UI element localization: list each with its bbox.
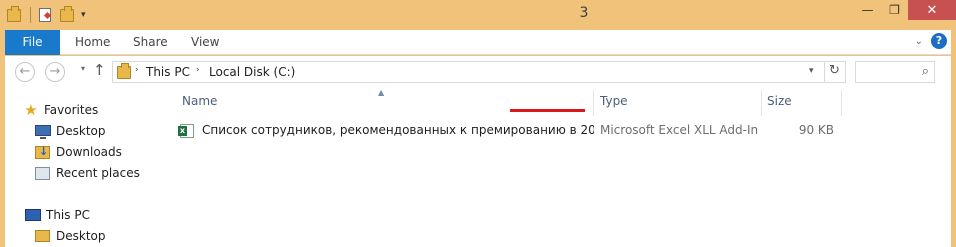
vertical-scrollbar[interactable] — [943, 88, 951, 247]
title-bar[interactable]: ▾ 3 — ❐ ✕ — [0, 0, 956, 30]
sidebar-item-label: Desktop — [56, 124, 106, 138]
folder-icon[interactable] — [6, 6, 22, 23]
sidebar-item-favorites[interactable]: ★ Favorites — [23, 101, 98, 119]
desktop-icon — [35, 124, 51, 139]
file-row[interactable]: Список сотрудников, рекомендованных к пр… — [175, 120, 843, 142]
customize-toolbar-dropdown[interactable]: ▾ — [81, 7, 86, 23]
recent-places-icon — [35, 166, 51, 180]
tab-view[interactable]: View — [191, 30, 219, 55]
computer-icon — [25, 208, 41, 222]
sidebar-item-desktop-pc[interactable]: Desktop — [35, 227, 106, 245]
sidebar-item-desktop[interactable]: Desktop — [35, 122, 106, 140]
sidebar-item-label: Downloads — [56, 145, 122, 159]
sidebar-item-downloads[interactable]: Downloads — [35, 143, 122, 161]
column-header-type[interactable]: Type — [600, 94, 628, 110]
downloads-icon — [35, 145, 51, 159]
address-history-dropdown[interactable]: ▾ — [809, 66, 814, 76]
window-controls: — ❐ ✕ — [854, 0, 956, 20]
excel-xll-icon — [178, 124, 194, 138]
breadcrumb-this-pc[interactable]: This PC — [146, 65, 190, 79]
sidebar-item-recent-places[interactable]: Recent places — [35, 164, 140, 182]
close-button[interactable]: ✕ — [908, 0, 956, 20]
column-divider[interactable] — [841, 90, 842, 116]
highlight-underline — [510, 109, 585, 112]
file-size: 90 KB — [798, 123, 834, 137]
new-folder-icon[interactable] — [59, 6, 75, 23]
search-box[interactable]: ⌕ — [855, 61, 935, 83]
sidebar-item-label: Favorites — [44, 103, 99, 117]
address-divider — [824, 62, 825, 82]
minimize-button[interactable]: — — [854, 0, 881, 20]
quick-access-toolbar: ▾ — [6, 6, 86, 24]
help-icon[interactable]: ? — [931, 33, 947, 49]
sidebar-item-label: Recent places — [56, 166, 140, 180]
column-header-name[interactable]: Name — [182, 94, 217, 110]
search-input[interactable] — [859, 63, 917, 81]
content-area: ★ Favorites Desktop Downloads Recent pla… — [5, 88, 951, 247]
window-title: 3 — [579, 5, 589, 21]
sort-ascending-icon: ▲ — [378, 88, 385, 97]
column-divider[interactable] — [593, 90, 594, 116]
tab-home[interactable]: Home — [75, 30, 110, 55]
folder-icon — [35, 229, 51, 243]
refresh-icon[interactable]: ↻ — [829, 63, 840, 78]
window-frame-right — [951, 30, 956, 247]
breadcrumb-local-disk[interactable]: Local Disk (C:) — [209, 65, 295, 79]
breadcrumb-separator-icon[interactable]: › — [196, 65, 200, 75]
sidebar-item-label: This PC — [46, 208, 90, 222]
recent-locations-dropdown[interactable]: ▾ — [81, 64, 85, 73]
navigation-bar: ← → ▾ ↑ › This PC › Local Disk (C:) ▾ ↻ … — [5, 56, 951, 88]
up-button[interactable]: ↑ — [93, 61, 106, 79]
address-bar[interactable]: › This PC › Local Disk (C:) ▾ ↻ — [112, 61, 846, 83]
toolbar-divider — [30, 7, 31, 23]
folder-icon — [117, 63, 131, 79]
ribbon-right-controls: ⌄ ? — [915, 33, 947, 49]
file-type: Microsoft Excel XLL Add-In — [600, 123, 759, 137]
ribbon-tabs: File Home Share View ⌄ ? — [5, 30, 951, 55]
maximize-button[interactable]: ❐ — [881, 0, 908, 20]
forward-button[interactable]: → — [45, 62, 65, 82]
properties-icon[interactable] — [37, 7, 53, 23]
tab-share[interactable]: Share — [133, 30, 168, 55]
file-name: Список сотрудников, рекомендованных к пр… — [202, 123, 594, 137]
breadcrumb-separator-icon[interactable]: › — [135, 65, 139, 75]
tab-file[interactable]: File — [5, 30, 60, 55]
column-divider[interactable] — [761, 90, 762, 116]
expand-ribbon-chevron-icon[interactable]: ⌄ — [915, 36, 923, 47]
sidebar-item-this-pc[interactable]: This PC — [25, 206, 90, 224]
star-icon: ★ — [24, 101, 38, 119]
sidebar-item-label: Desktop — [56, 229, 106, 243]
column-header-size[interactable]: Size — [767, 94, 792, 110]
navigation-pane: ★ Favorites Desktop Downloads Recent pla… — [5, 88, 173, 247]
search-icon[interactable]: ⌕ — [922, 64, 929, 79]
back-button[interactable]: ← — [15, 62, 35, 82]
